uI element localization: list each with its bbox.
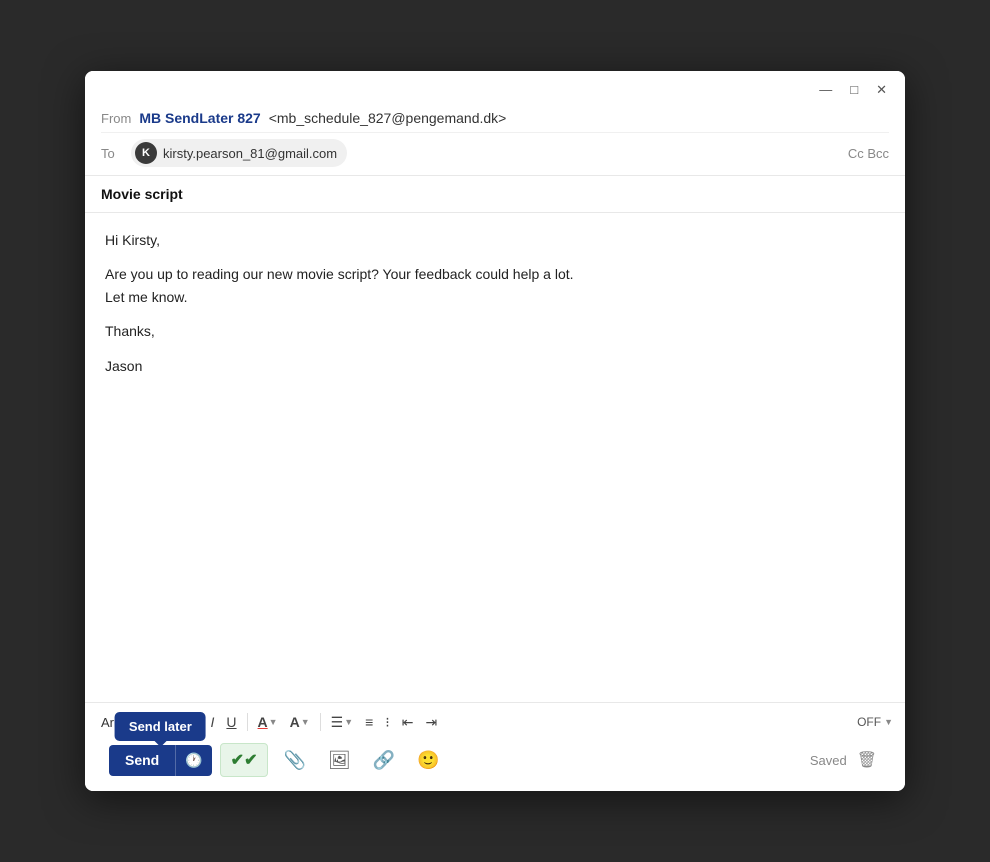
title-bar: — □ ✕ (85, 71, 905, 102)
delete-draft-button[interactable]: 🗑 (853, 746, 881, 774)
indent-decrease-button[interactable]: ⇤ (397, 711, 419, 733)
indent-decrease-icon: ⇤ (402, 715, 414, 729)
sender-name: MB SendLater 827 (139, 110, 260, 126)
to-row: To K kirsty.pearson_81@gmail.com Cc Bcc (101, 132, 889, 175)
unordered-list-button[interactable]: ⁝ (380, 711, 394, 733)
maximize-button[interactable]: □ (846, 81, 862, 98)
sender-email: <mb_schedule_827@pengemand.dk> (269, 110, 507, 126)
image-icon: 🖼 (328, 750, 351, 771)
avatar: K (135, 142, 157, 164)
attachment-button[interactable]: 📎 (276, 745, 312, 776)
double-check-icon: ✔✔ (231, 750, 258, 770)
align-icon: ☰ (331, 715, 344, 729)
to-label: To (101, 146, 131, 161)
cc-bcc-button[interactable]: Cc Bcc (848, 146, 889, 161)
subject-row: Movie script (85, 176, 905, 213)
emoji-icon: 🙂 (417, 750, 439, 771)
send-later-area: Send later Send 🕐 (109, 745, 212, 776)
ordered-list-button[interactable]: ≡ (360, 711, 378, 733)
recipient-chip[interactable]: K kirsty.pearson_81@gmail.com (131, 139, 347, 167)
font-size-value: 10 (143, 715, 157, 730)
font-color-arrow-icon: ▼ (269, 718, 278, 727)
font-color-button[interactable]: A ▼ (253, 711, 283, 733)
body-signature: Jason (105, 355, 885, 377)
action-bar: Send later Send 🕐 ✔✔ 📎 (97, 739, 893, 787)
off-label: OFF (857, 715, 881, 729)
link-button[interactable]: 🔗 (366, 745, 402, 776)
formatting-toolbar-area: Arial 10 ▼ B I U A ▼ A ▼ ☰ ▼ (85, 702, 905, 791)
italic-button[interactable]: I (206, 711, 220, 733)
attachment-icon: 📎 (283, 750, 305, 771)
send-clock-button[interactable]: 🕐 (175, 745, 211, 776)
saved-area: Saved 🗑 (810, 746, 881, 774)
off-arrow-icon: ▼ (884, 717, 893, 727)
minimize-button[interactable]: — (815, 81, 836, 98)
image-button[interactable]: 🖼 (321, 745, 358, 776)
recipient-email: kirsty.pearson_81@gmail.com (163, 146, 337, 161)
font-size-dropdown[interactable]: 10 ▼ (137, 712, 175, 733)
format-off-toggle[interactable]: OFF ▼ (857, 715, 893, 729)
clock-icon: 🕐 (185, 752, 202, 769)
body-paragraph1: Are you up to reading our new movie scri… (105, 263, 885, 285)
ordered-list-icon: ≡ (365, 715, 373, 729)
indent-increase-button[interactable]: ⇥ (420, 711, 442, 733)
emoji-button[interactable]: 🙂 (410, 745, 446, 776)
close-button[interactable]: ✕ (872, 81, 891, 98)
separator1 (247, 713, 248, 731)
body-greeting: Hi Kirsty, (105, 229, 885, 251)
send-button-group: Send later Send 🕐 (109, 745, 212, 776)
from-row: From MB SendLater 827 <mb_schedule_827@p… (101, 102, 889, 132)
formatting-toolbar: Arial 10 ▼ B I U A ▼ A ▼ ☰ ▼ (97, 711, 893, 739)
link-icon: 🔗 (373, 750, 395, 771)
highlight-arrow-icon: ▼ (301, 718, 310, 727)
underline-button[interactable]: U (221, 711, 241, 733)
highlight-color-button[interactable]: A ▼ (285, 711, 315, 733)
separator2 (320, 713, 321, 731)
send-button[interactable]: Send (109, 745, 175, 776)
font-size-arrow-icon: ▼ (160, 717, 169, 727)
email-body[interactable]: Hi Kirsty, Are you up to reading our new… (85, 213, 905, 702)
unordered-list-icon: ⁝ (385, 715, 389, 729)
font-color-icon: A (258, 715, 268, 729)
body-thanks: Thanks, (105, 320, 885, 342)
bold-button[interactable]: B (183, 711, 203, 733)
email-header: From MB SendLater 827 <mb_schedule_827@p… (85, 102, 905, 176)
saved-label: Saved (810, 753, 847, 768)
indent-increase-icon: ⇥ (425, 715, 437, 729)
send-composite-btn: Send 🕐 (109, 745, 212, 776)
align-arrow-icon: ▼ (344, 718, 353, 727)
window-controls: — □ ✕ (815, 81, 891, 98)
subject-text: Movie script (101, 186, 183, 202)
body-paragraph2: Let me know. (105, 286, 885, 308)
trash-icon: 🗑 (857, 752, 877, 769)
highlight-icon: A (290, 715, 300, 729)
send-label: Send (125, 752, 159, 768)
from-label: From (101, 111, 131, 126)
double-check-button[interactable]: ✔✔ (220, 743, 269, 777)
align-button[interactable]: ☰ ▼ (326, 711, 358, 733)
font-name-label: Arial (97, 713, 131, 732)
compose-window: — □ ✕ From MB SendLater 827 <mb_schedule… (85, 71, 905, 791)
